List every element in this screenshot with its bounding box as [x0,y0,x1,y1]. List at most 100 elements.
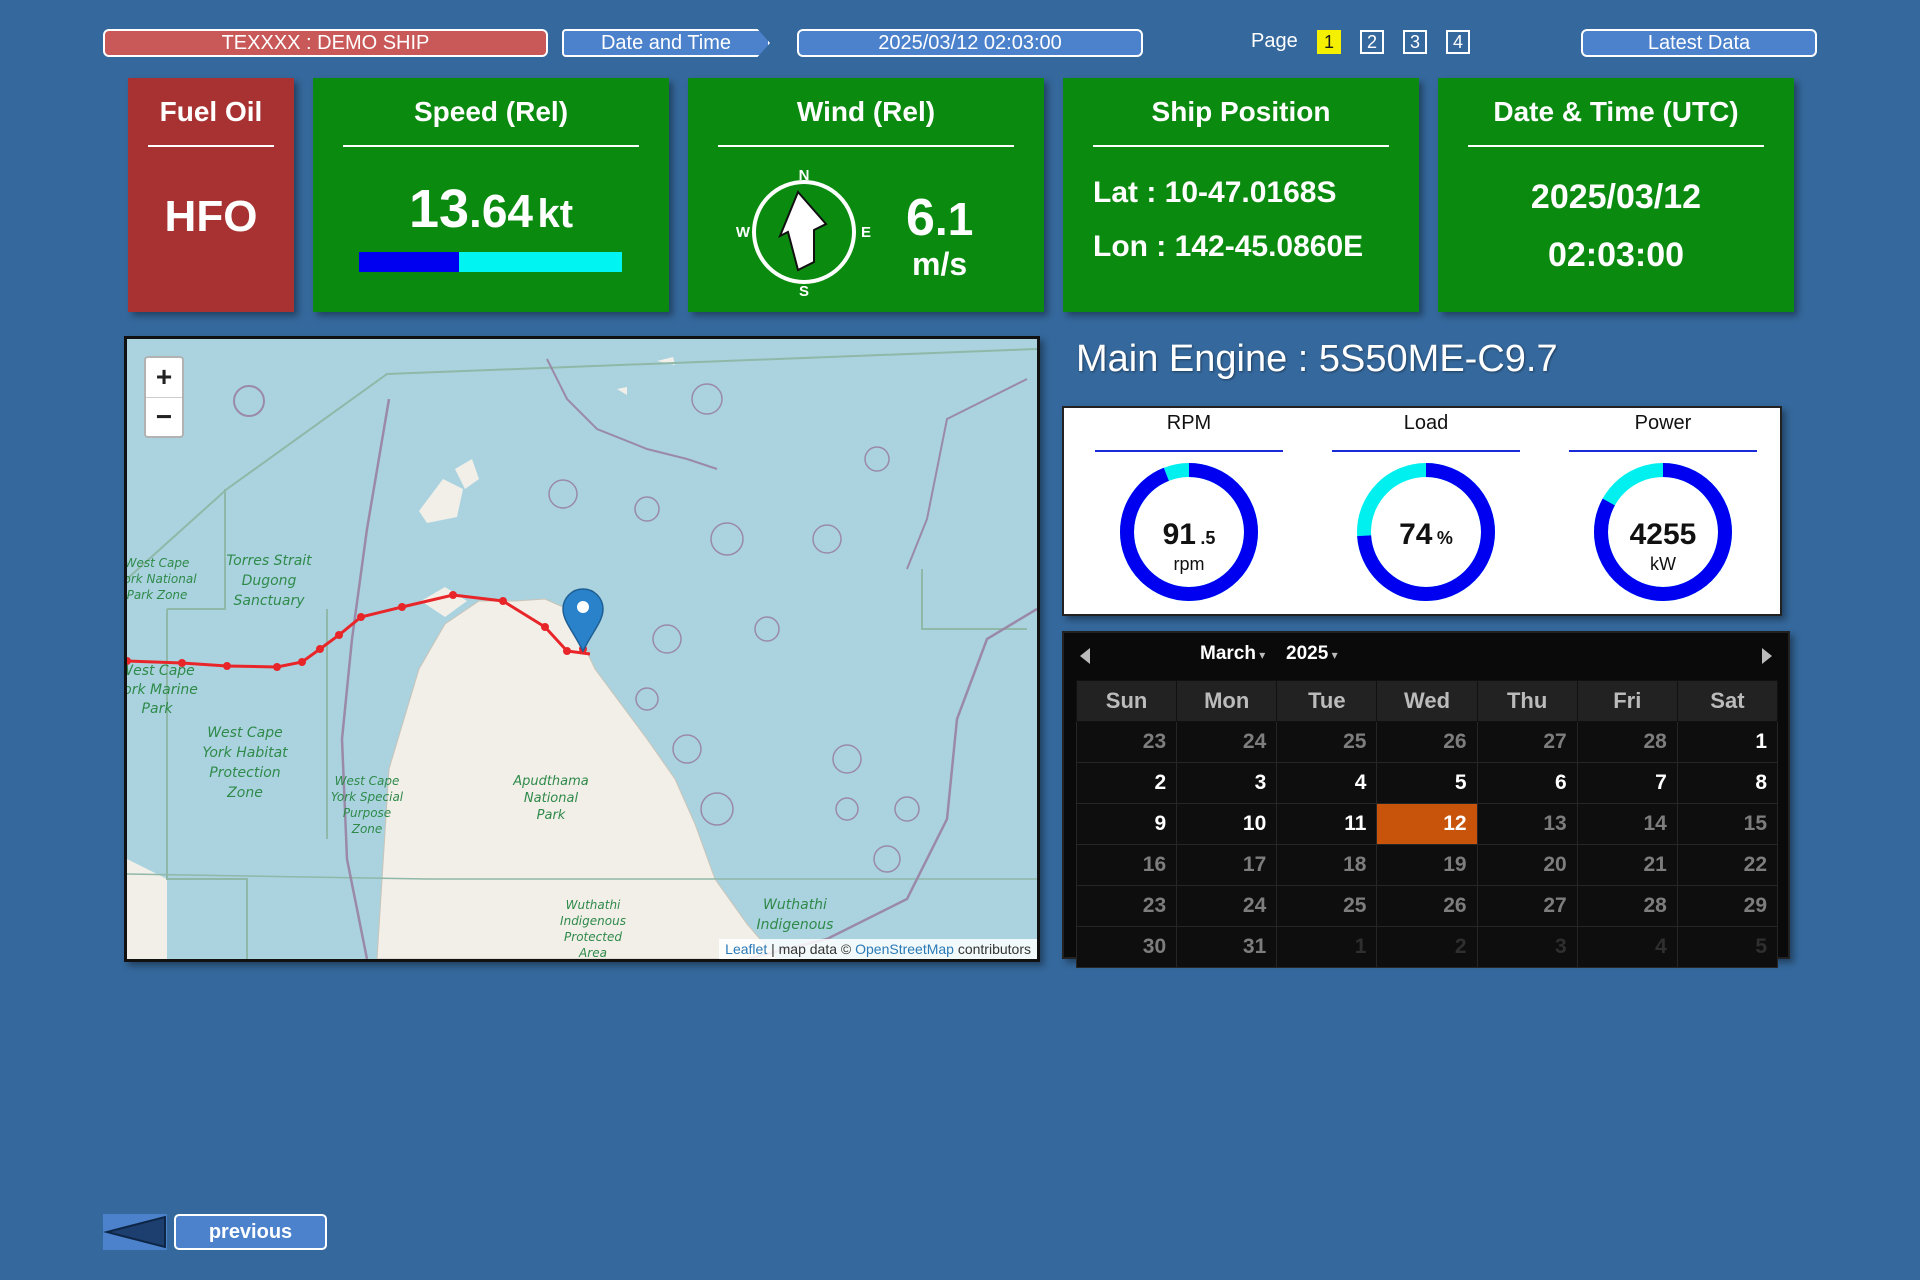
calendar-day[interactable]: 1 [1676,721,1779,763]
calendar-day[interactable]: 17 [1176,844,1278,886]
zoom-out-button[interactable]: − [146,398,182,437]
calendar-day[interactable]: 27 [1476,885,1578,927]
calendar-day[interactable]: 22 [1676,844,1779,886]
calendar: March ▾ 2025 ▾ Sun Mon Tue Wed Thu Fri Sat 23 2… [1062,631,1790,968]
lat-label: Lat : [1093,176,1157,209]
openstreetmap-link[interactable]: OpenStreetMap [855,941,954,957]
calendar-day[interactable]: 19 [1376,844,1478,886]
gauge-unit: kW [1650,554,1676,574]
calendar-day[interactable]: 26 [1376,885,1478,927]
calendar-day[interactable]: 11 [1276,803,1378,845]
divider [343,145,639,147]
calendar-day[interactable]: 23 [1075,885,1178,927]
ship-name-badge: TEXXXX : DEMO SHIP [103,29,548,57]
calendar-day[interactable]: 20 [1476,844,1578,886]
page-3-button[interactable]: 3 [1403,30,1427,54]
gauge-main-value: 91 [1162,518,1196,551]
speed-card: Speed (Rel) 13.64 kt [313,78,669,312]
calendar-day[interactable]: 26 [1376,721,1478,763]
calendar-day[interactable]: 28 [1576,721,1678,763]
latitude-row: Lat : 10-47.0168S [1093,176,1336,210]
calendar-day[interactable]: 2 [1075,762,1178,804]
zoom-in-button[interactable]: + [146,358,182,398]
wind-dec: .1 [934,193,974,245]
calendar-day[interactable]: 9 [1075,803,1178,845]
speed-title: Speed (Rel) [413,96,569,127]
wind-int: 6 [906,189,935,247]
prev-month-icon[interactable] [1078,647,1092,665]
calendar-day[interactable]: 28 [1576,885,1678,927]
map-attribution: Leaflet | map data © OpenStreetMap contr… [719,939,1037,959]
utc-date: 2025/03/12 [1530,178,1702,216]
ship-position-title: Ship Position [1151,96,1331,127]
calendar-day[interactable]: 21 [1576,844,1678,886]
previous-button[interactable]: previous [174,1214,327,1250]
calendar-day[interactable]: 8 [1676,762,1779,804]
attribution-text: | map data © [771,941,852,957]
engine-gauges-panel: RPM 91 .5 rpm Load 74 % Power 4255 kW [1062,406,1782,616]
calendar-day[interactable]: 24 [1176,721,1278,763]
calendar-week-row: 2345678 [1075,762,1779,804]
weekday-header: Mon [1176,680,1278,722]
gauge-main-value: 74 [1399,518,1433,551]
compass-e: E [861,224,871,241]
calendar-day[interactable]: 23 [1075,721,1178,763]
calendar-week-row: 30 31 1 2 3 4 5 [1075,926,1779,968]
gauge-decimal: % [1436,528,1453,548]
month-select[interactable]: March ▾ [1200,643,1265,665]
calendar-day[interactable]: 7 [1576,762,1678,804]
back-arrow-icon [103,1215,166,1249]
gauge-divider [1569,450,1757,452]
previous-arrow-button[interactable] [103,1214,167,1250]
calendar-day[interactable]: 13 [1476,803,1578,845]
calendar-day[interactable]: 1 [1276,926,1378,968]
weekday-header: Wed [1376,680,1478,722]
speed-value: 13.64 kt [313,178,669,240]
calendar-day[interactable]: 24 [1176,885,1278,927]
fuel-oil-value: HFO [164,192,258,241]
calendar-day[interactable]: 3 [1476,926,1578,968]
weekday-header: Thu [1476,680,1578,722]
ship-position-card: Ship Position Lat : 10-47.0168S Lon : 14… [1063,78,1419,312]
calendar-day[interactable]: 6 [1476,762,1578,804]
year-select[interactable]: 2025 ▾ [1286,643,1338,665]
compass-s: S [799,283,809,300]
page-2-button[interactable]: 2 [1360,30,1384,54]
route-map[interactable]: Torres StraitDugongSanctuary West CapeYo… [124,336,1040,962]
weekday-header: Fri [1576,680,1678,722]
page-4-button[interactable]: 4 [1446,30,1470,54]
calendar-day[interactable]: 31 [1176,926,1278,968]
calendar-day[interactable]: 30 [1075,926,1178,968]
calendar-day-selected[interactable]: 12 [1376,803,1478,845]
calendar-day[interactable]: 14 [1576,803,1678,845]
calendar-day[interactable]: 15 [1676,803,1779,845]
latest-data-button[interactable]: Latest Data [1581,29,1817,57]
calendar-day[interactable]: 27 [1476,721,1578,763]
calendar-week-row: 23 24 25 26 27 28 29 [1075,885,1779,927]
gauge-label: RPM [1166,412,1212,434]
calendar-day[interactable]: 2 [1376,926,1478,968]
calendar-day[interactable]: 3 [1176,762,1278,804]
calendar-day[interactable]: 25 [1276,721,1378,763]
map-zoom-control: + − [144,356,184,438]
calendar-day[interactable]: 18 [1276,844,1378,886]
divider [1468,145,1764,147]
calendar-day[interactable]: 5 [1376,762,1478,804]
speed-dec: .64 [469,185,533,237]
fuel-oil-title: Fuel Oil [159,96,263,127]
lat-value: 10-47.0168S [1164,176,1337,209]
map-canvas[interactable]: Torres StraitDugongSanctuary West CapeYo… [127,339,1037,959]
speed-unit: kt [537,192,574,236]
next-month-icon[interactable] [1760,647,1774,665]
page-1-button[interactable]: 1 [1317,30,1341,54]
calendar-day[interactable]: 4 [1576,926,1678,968]
calendar-day[interactable]: 16 [1075,844,1178,886]
calendar-day[interactable]: 29 [1676,885,1779,927]
date-time-value[interactable]: 2025/03/12 02:03:00 [797,29,1143,57]
calendar-day[interactable]: 4 [1276,762,1378,804]
calendar-day[interactable]: 5 [1676,926,1779,968]
speed-bar [359,252,622,272]
calendar-day[interactable]: 10 [1176,803,1278,845]
leaflet-link[interactable]: Leaflet [725,941,767,957]
calendar-day[interactable]: 25 [1276,885,1378,927]
